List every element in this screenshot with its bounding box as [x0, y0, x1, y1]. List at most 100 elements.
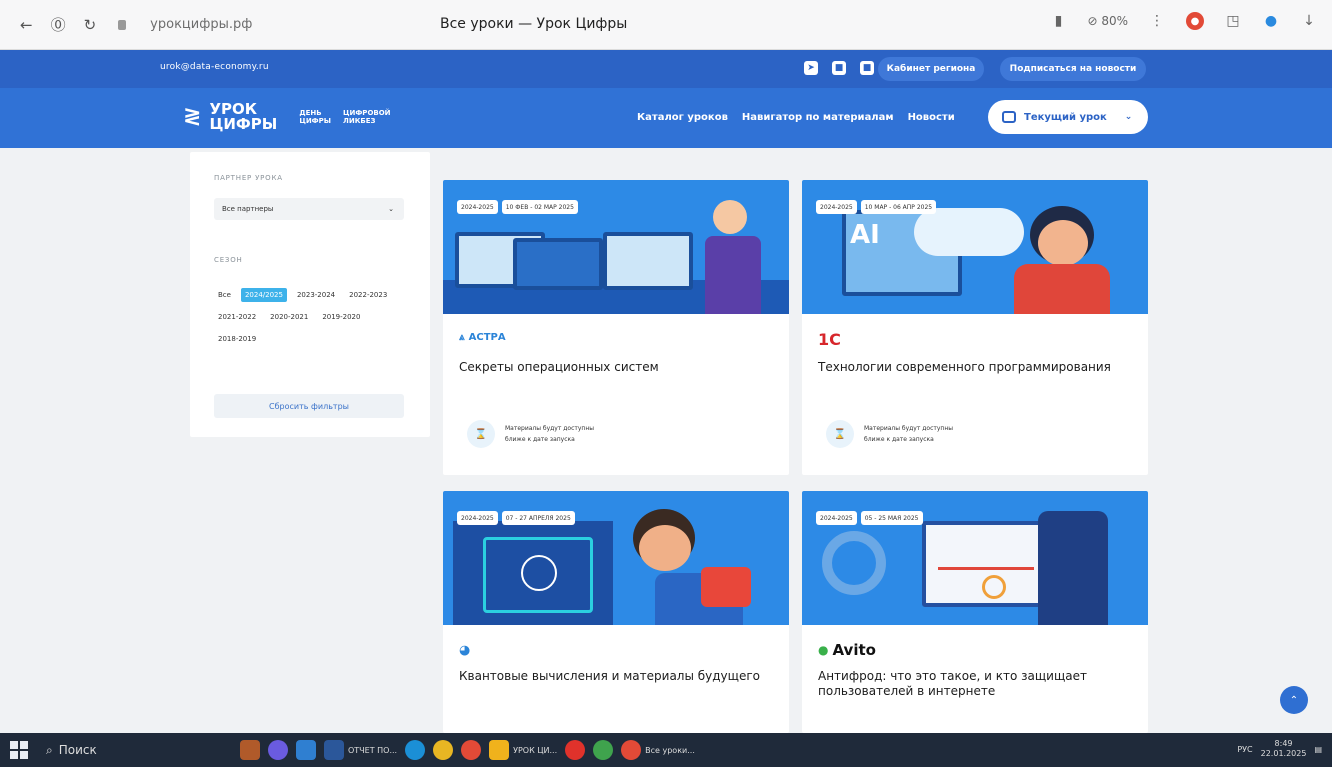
astra-logo-icon: ⩓ [459, 332, 465, 343]
partner-logo: ● Avito [818, 641, 876, 659]
language-indicator[interactable]: РУС [1237, 745, 1252, 754]
reload-icon[interactable]: ↻ [84, 16, 97, 34]
menu-catalog[interactable]: Каталог уроков [637, 112, 728, 123]
filters-panel: ПАРТНЕР УРОКА Все партнеры ⌄ СЕЗОН Все 2… [190, 152, 430, 437]
chevron-down-icon: ⌄ [388, 205, 394, 213]
folder-icon [489, 740, 510, 760]
scroll-up-button[interactable]: ⌃ [1280, 686, 1308, 714]
taskbar-app[interactable] [565, 739, 586, 761]
lesson-title[interactable]: Антифрод: что это такое, и кто защищает … [818, 669, 1128, 699]
bookmark-icon[interactable]: ▮ [1049, 12, 1067, 30]
lesson-title[interactable]: Технологии современного программирования [818, 360, 1128, 375]
partner-select[interactable]: Все партнеры ⌄ [214, 198, 404, 220]
taskbar-app[interactable] [296, 739, 316, 761]
yandex-browser-icon [621, 740, 642, 760]
contact-email[interactable]: urok@data-economy.ru [160, 62, 269, 72]
taskbar-app[interactable] [240, 739, 260, 761]
system-tray: РУС 8:49 22.01.2025 ▤ [1237, 739, 1322, 759]
season-chip-2023-2024[interactable]: 2023-2024 [293, 288, 339, 302]
season-chip-2021-2022[interactable]: 2021-2022 [214, 310, 260, 324]
taskbar-app[interactable] [461, 739, 482, 761]
zoom-level[interactable]: ⊘ 80% [1087, 14, 1128, 28]
lesson-card[interactable]: 2024-2025 05 - 25 МАЯ 2025 ● Avito Антиф… [802, 491, 1148, 733]
taskbar-app-report-label: ОТЧЕТ ПО... [348, 745, 398, 755]
windows-start-icon[interactable] [10, 741, 28, 759]
tv-icon [1002, 111, 1016, 123]
tab-title: Все уроки — Урок Цифры [440, 16, 628, 32]
hourglass-icon: ⌛ [467, 420, 495, 448]
lesson-illustration: 2024-2025 10 ФЕВ - 02 МАР 2025 [443, 180, 789, 314]
season-chip-2022-2023[interactable]: 2022-2023 [345, 288, 391, 302]
season-tag: 2024-2025 [457, 511, 498, 525]
rosatom-logo-icon: ◕ [459, 643, 471, 658]
season-chip-2018-2019[interactable]: 2018-2019 [214, 332, 260, 346]
subscribe-button[interactable]: Подписаться на новости [1000, 57, 1146, 81]
shield-icon[interactable]: ⓪ [51, 14, 66, 35]
site-header: ≷ УРОК ЦИФРЫ ДЕНЬ ЦИФРЫ ЦИФРОВОЙ ЛИКБЕЗ … [0, 88, 1332, 148]
search-icon: ⌕ [46, 742, 53, 757]
season-chip-all[interactable]: Все [214, 288, 235, 302]
zoom-value: 80% [1101, 14, 1128, 28]
more-icon[interactable]: ⋮ [1148, 12, 1166, 30]
region-cabinet-button[interactable]: Кабинет региона [878, 57, 984, 81]
current-lesson-button[interactable]: Текущий урок ⌄ [988, 100, 1148, 134]
back-icon[interactable]: ← [20, 16, 33, 34]
partner-name: АСТРА [468, 332, 506, 343]
availability-note: ⌛ Материалы будут доступны ближе к дате … [826, 420, 974, 448]
season-chip-2024-2025[interactable]: 2024/2025 [240, 288, 287, 302]
dates-tag: 10 МАР - 06 АПР 2025 [860, 200, 937, 214]
logo-sub2-line2: ЛИКБЕЗ [343, 117, 376, 125]
taskbar-app-report[interactable]: ОТЧЕТ ПО... [324, 739, 397, 761]
address-bar[interactable]: урокцифры.рф [150, 17, 252, 32]
logo-sub1-line2: ЦИФРЫ [299, 117, 332, 125]
lesson-card[interactable]: 2024-2025 10 ФЕВ - 02 МАР 2025 ⩓ АСТРА С… [443, 180, 789, 475]
taskbar-app-urok-label: УРОК ЦИ... [513, 745, 558, 755]
extension-icon[interactable]: ● [1186, 12, 1204, 30]
download-icon[interactable]: ↓ [1300, 12, 1318, 30]
partner-name: Avito [832, 641, 876, 659]
profile-icon[interactable]: ● [1262, 12, 1280, 30]
season-label: СЕЗОН [214, 256, 243, 264]
taskbar-search-label: Поиск [58, 743, 97, 757]
taskbar-app[interactable] [405, 739, 426, 761]
chevron-down-icon: ⌄ [1124, 112, 1133, 122]
vk-icon[interactable]: ■ [832, 61, 846, 75]
site-logo[interactable]: ≷ УРОК ЦИФРЫ ДЕНЬ ЦИФРЫ ЦИФРОВОЙ ЛИКБЕЗ [183, 102, 391, 132]
lesson-card[interactable]: AI 2024-2025 10 МАР - 06 АПР 2025 1С Тех… [802, 180, 1148, 475]
opera-icon [565, 740, 586, 760]
lesson-card[interactable]: 2024-2025 07 - 27 АПРЕЛЯ 2025 ◕ Квантовы… [443, 491, 789, 733]
taskbar-app[interactable] [593, 739, 614, 761]
partner-label: ПАРТНЕР УРОКА [214, 174, 283, 182]
taskbar-app[interactable] [433, 739, 454, 761]
ok-icon[interactable]: ■ [860, 61, 874, 75]
clock-time: 8:49 [1274, 739, 1293, 748]
chrome-icon [593, 740, 614, 760]
taskbar-app-browser[interactable]: Все уроки... [621, 739, 695, 761]
partner-logo: 1С [818, 330, 841, 349]
partner-name: 1С [818, 330, 841, 349]
menu-navigator[interactable]: Навигатор по материалам [742, 112, 894, 123]
lesson-title[interactable]: Квантовые вычисления и материалы будущег… [459, 669, 769, 684]
availability-line-1: Материалы будут доступны [864, 425, 954, 432]
lesson-title[interactable]: Секреты операционных систем [459, 360, 769, 375]
partner-select-value: Все партнеры [222, 205, 274, 213]
season-chip-2020-2021[interactable]: 2020-2021 [266, 310, 312, 324]
collections-icon[interactable]: ◳ [1224, 12, 1242, 30]
menu-news[interactable]: Новости [908, 112, 955, 123]
availability-line-2: ближе к дате запуска [505, 436, 575, 443]
telegram-icon[interactable]: ➤ [804, 61, 818, 75]
app-icon [433, 740, 454, 760]
taskbar-app[interactable] [268, 739, 288, 761]
partner-logo: ⩓ АСТРА [459, 332, 506, 343]
site-topbar: urok@data-economy.ru ➤ ■ ■ Кабинет регио… [0, 50, 1332, 88]
clock[interactable]: 8:49 22.01.2025 [1261, 739, 1307, 759]
taskbar-search[interactable]: ⌕ Поиск [46, 743, 97, 758]
season-chip-2019-2020[interactable]: 2019-2020 [318, 310, 364, 324]
season-tag: 2024-2025 [457, 200, 498, 214]
avito-dots-icon: ● [818, 643, 829, 657]
taskbar-app-browser-label: Все уроки... [645, 745, 695, 755]
notifications-icon[interactable]: ▤ [1314, 745, 1322, 754]
taskbar-app-urok[interactable]: УРОК ЦИ... [489, 739, 557, 761]
logo-sub1-line1: ДЕНЬ [299, 109, 322, 117]
reset-filters-button[interactable]: Сбросить фильтры [214, 394, 404, 418]
